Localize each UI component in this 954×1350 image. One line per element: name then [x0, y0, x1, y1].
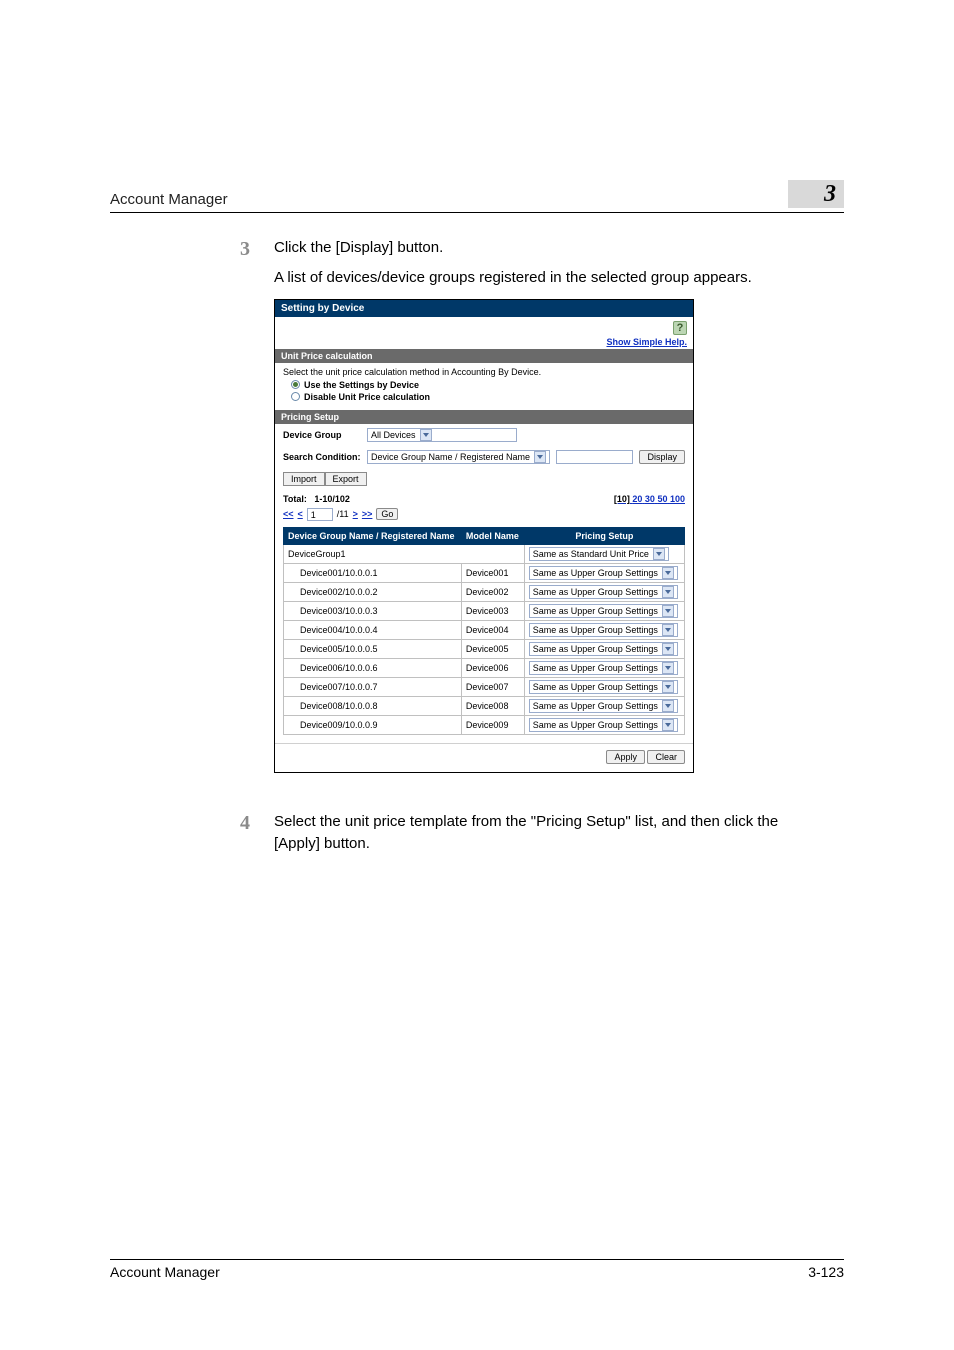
chevron-down-icon — [662, 643, 674, 655]
pricing-setup-select[interactable]: Same as Upper Group Settings — [529, 566, 678, 580]
pricing-section-header: Pricing Setup — [275, 410, 693, 424]
model-name-cell: Device002 — [461, 582, 524, 601]
table-row: Device003/10.0.0.3Device003 Same as Upper… — [284, 601, 685, 620]
import-button[interactable]: Import — [283, 472, 325, 486]
pricing-setup-select[interactable]: Same as Upper Group Settings — [529, 680, 678, 694]
device-table: Device Group Name / Registered Name Mode… — [283, 527, 685, 735]
step-4-number: 4 — [240, 811, 274, 855]
device-name-cell: Device009/10.0.0.9 — [284, 715, 462, 734]
pager-first[interactable]: << — [283, 509, 294, 519]
chevron-down-icon — [662, 624, 674, 636]
footer-left: Account Manager — [110, 1264, 220, 1280]
pricing-setup-select[interactable]: Same as Upper Group Settings — [529, 642, 678, 656]
device-name-cell: Device007/10.0.0.7 — [284, 677, 462, 696]
step-3-number: 3 — [240, 237, 274, 261]
model-name-cell: Device008 — [461, 696, 524, 715]
clear-button[interactable]: Clear — [647, 750, 685, 764]
pager-prev[interactable]: < — [298, 509, 303, 519]
table-row: Device006/10.0.0.6Device006 Same as Upper… — [284, 658, 685, 677]
chevron-down-icon — [420, 429, 432, 441]
export-button[interactable]: Export — [325, 472, 367, 486]
total-value: 1-10/102 — [314, 494, 350, 504]
device-name-cell: Device003/10.0.0.3 — [284, 601, 462, 620]
show-simple-help-link[interactable]: Show Simple Help. — [281, 337, 687, 347]
chapter-number: 3 — [788, 180, 844, 208]
pricing-setup-select[interactable]: Same as Upper Group Settings — [529, 604, 678, 618]
model-name-cell: Device005 — [461, 639, 524, 658]
radio-disable[interactable] — [291, 392, 300, 401]
chevron-down-icon — [662, 662, 674, 674]
page-header: Account Manager — [110, 191, 228, 208]
chevron-down-icon — [662, 567, 674, 579]
panel-title: Setting by Device — [275, 300, 693, 317]
divider — [110, 212, 844, 213]
model-name-cell: Device004 — [461, 620, 524, 639]
device-name-cell: Device004/10.0.0.4 — [284, 620, 462, 639]
unit-price-section-header: Unit Price calculation — [275, 349, 693, 363]
col-group: Device Group Name / Registered Name — [284, 527, 462, 544]
chevron-down-icon — [662, 719, 674, 731]
search-condition-value: Device Group Name / Registered Name — [371, 452, 530, 462]
unit-price-desc: Select the unit price calculation method… — [283, 367, 685, 377]
chevron-down-icon — [662, 700, 674, 712]
table-row: Device007/10.0.0.7Device007 Same as Upper… — [284, 677, 685, 696]
radio-use-settings[interactable] — [291, 380, 300, 389]
device-name-cell: Device006/10.0.0.6 — [284, 658, 462, 677]
device-group-value: All Devices — [371, 430, 416, 440]
pager-current-input[interactable]: 1 — [307, 508, 333, 521]
radio-disable-label: Disable Unit Price calculation — [304, 392, 430, 402]
step-3-body: A list of devices/device groups register… — [274, 267, 794, 289]
pricing-setup-select[interactable]: Same as Standard Unit Price — [529, 547, 669, 561]
search-condition-label: Search Condition: — [283, 452, 361, 462]
chevron-down-icon — [534, 451, 546, 463]
device-name-cell: Device005/10.0.0.5 — [284, 639, 462, 658]
pager-next[interactable]: > — [353, 509, 358, 519]
group-name-cell: DeviceGroup1 — [284, 544, 525, 563]
device-group-select[interactable]: All Devices — [367, 428, 517, 442]
help-icon[interactable]: ? — [673, 321, 687, 335]
pricing-setup-select[interactable]: Same as Upper Group Settings — [529, 623, 678, 637]
model-name-cell: Device001 — [461, 563, 524, 582]
device-name-cell: Device001/10.0.0.1 — [284, 563, 462, 582]
pager-of: /11 — [337, 509, 349, 519]
model-name-cell: Device003 — [461, 601, 524, 620]
col-model: Model Name — [461, 527, 524, 544]
radio-use-settings-label: Use the Settings by Device — [304, 380, 419, 390]
apply-button[interactable]: Apply — [606, 750, 645, 764]
table-row: Device001/10.0.0.1Device001 Same as Upper… — [284, 563, 685, 582]
pager-go-button[interactable]: Go — [376, 508, 398, 520]
pricing-setup-select[interactable]: Same as Upper Group Settings — [529, 718, 678, 732]
table-row: DeviceGroup1 Same as Standard Unit Price — [284, 544, 685, 563]
pricing-setup-select[interactable]: Same as Upper Group Settings — [529, 661, 678, 675]
device-group-label: Device Group — [283, 430, 361, 440]
device-name-cell: Device008/10.0.0.8 — [284, 696, 462, 715]
model-name-cell: Device009 — [461, 715, 524, 734]
model-name-cell: Device007 — [461, 677, 524, 696]
step-4-text: Select the unit price template from the … — [274, 811, 794, 855]
table-row: Device002/10.0.0.2Device002 Same as Upper… — [284, 582, 685, 601]
chevron-down-icon — [662, 605, 674, 617]
search-condition-select[interactable]: Device Group Name / Registered Name — [367, 450, 550, 464]
table-row: Device005/10.0.0.5Device005 Same as Upper… — [284, 639, 685, 658]
footer-right: 3-123 — [808, 1264, 844, 1280]
settings-panel-screenshot: Setting by Device ? Show Simple Help. Un… — [274, 299, 694, 773]
pager-last[interactable]: >> — [362, 509, 373, 519]
pricing-setup-select[interactable]: Same as Upper Group Settings — [529, 585, 678, 599]
chevron-down-icon — [653, 548, 665, 560]
pricing-setup-select[interactable]: Same as Upper Group Settings — [529, 699, 678, 713]
table-row: Device009/10.0.0.9Device009 Same as Upper… — [284, 715, 685, 734]
chevron-down-icon — [662, 681, 674, 693]
total-label: Total: — [283, 494, 307, 504]
device-name-cell: Device002/10.0.0.2 — [284, 582, 462, 601]
col-pricing: Pricing Setup — [524, 527, 684, 544]
table-row: Device004/10.0.0.4Device004 Same as Upper… — [284, 620, 685, 639]
display-button[interactable]: Display — [639, 450, 685, 464]
table-row: Device008/10.0.0.8Device008 Same as Upper… — [284, 696, 685, 715]
chevron-down-icon — [662, 586, 674, 598]
search-condition-input[interactable] — [556, 450, 633, 464]
page-size-links[interactable]: [10] 20 30 50 100 — [614, 494, 685, 504]
step-3-text: Click the [Display] button. — [274, 237, 443, 261]
model-name-cell: Device006 — [461, 658, 524, 677]
footer-divider — [110, 1259, 844, 1260]
